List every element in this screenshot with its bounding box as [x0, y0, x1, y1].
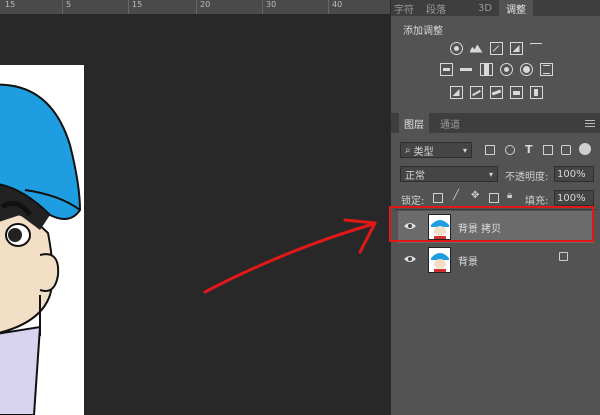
ruler-tick: 15 [5, 0, 16, 9]
layer-name: 背景 [458, 257, 478, 268]
cartoon-thumbnail-image [431, 253, 449, 272]
lock-label: 锁定: [401, 196, 425, 207]
smart-object-filter-icon[interactable] [561, 145, 571, 155]
black-white-icon[interactable] [479, 63, 493, 76]
shape-filter-icon[interactable] [543, 145, 553, 155]
chevron-down-icon: ▾ [488, 169, 493, 179]
threshold-icon[interactable] [489, 86, 503, 99]
document-canvas[interactable] [0, 65, 84, 415]
ruler-tick-line [62, 0, 63, 14]
filter-kind-label: 类型 [413, 146, 434, 158]
fill-value: 100% [557, 192, 586, 204]
channel-mixer-icon[interactable] [519, 63, 533, 76]
blend-mode-value: 正常 [405, 170, 425, 182]
adjustments-row-2 [391, 63, 600, 76]
fill-input[interactable]: 100% [554, 190, 594, 206]
panel-menu-icon[interactable] [585, 118, 595, 129]
opacity-value: 100% [557, 168, 586, 180]
lock-all-icon[interactable]: 🔒︎ [507, 190, 512, 201]
adjustments-row-1 [391, 42, 600, 55]
layer-row-background[interactable]: 背景 [398, 244, 594, 276]
brightness-icon[interactable] [449, 42, 463, 55]
exposure-icon[interactable] [509, 42, 523, 55]
top-tab-bar: 字符 段落 3D 调整 [391, 0, 600, 16]
filter-toggle-icon[interactable] [579, 143, 591, 155]
invert-icon[interactable] [449, 86, 463, 99]
color-lookup-icon[interactable] [539, 63, 553, 76]
ruler-tick-line [262, 0, 263, 14]
ruler-tick: 20 [200, 0, 211, 9]
lock-position-icon[interactable]: ✥ [471, 190, 479, 201]
pixel-filter-icon[interactable] [485, 145, 495, 155]
annotation-highlight-box [389, 206, 594, 242]
lock-artboard-icon[interactable] [489, 193, 499, 203]
lock-transparent-icon[interactable] [433, 193, 443, 203]
adjustments-title: 添加调整 [403, 26, 443, 37]
hue-saturation-icon[interactable] [439, 63, 453, 76]
lock-pixels-icon[interactable]: ╱ [453, 190, 459, 201]
ruler-tick: 5 [66, 0, 72, 9]
ruler-tick-line [328, 0, 329, 14]
lock-icon[interactable] [559, 252, 568, 261]
eye-icon[interactable] [404, 254, 416, 264]
posterize-icon[interactable] [469, 86, 483, 99]
right-panel: 字符 段落 3D 调整 添加调整 图层 通道 ⌕ 类型 ▾ T 正常 ▾ 不透明… [389, 0, 600, 415]
selective-color-icon[interactable] [529, 86, 543, 99]
photo-filter-icon[interactable] [499, 63, 513, 76]
adjustments-row-3 [391, 86, 600, 99]
curves-icon[interactable] [489, 42, 503, 55]
tab-adjustments[interactable]: 调整 [499, 0, 533, 16]
gradient-map-icon[interactable] [509, 86, 523, 99]
tab-paragraph[interactable]: 段落 [421, 0, 451, 16]
ruler-tick-line [196, 0, 197, 14]
ruler-tick: 15 [132, 0, 143, 9]
tab-channels[interactable]: 通道 [435, 113, 465, 133]
search-icon: ⌕ [405, 144, 411, 156]
vibrance-icon[interactable] [529, 42, 543, 55]
blend-mode-select[interactable]: 正常 ▾ [400, 166, 498, 182]
horizontal-ruler: 15 5 15 20 30 40 [0, 0, 390, 15]
fill-label: 填充: [525, 196, 549, 207]
type-filter-icon[interactable]: T [525, 143, 533, 156]
adjustment-filter-icon[interactable] [505, 145, 515, 155]
ruler-tick: 40 [332, 0, 343, 9]
color-balance-icon[interactable] [460, 63, 473, 76]
layer-filter-select[interactable]: ⌕ 类型 ▾ [400, 142, 472, 158]
tab-layers[interactable]: 图层 [399, 113, 429, 133]
levels-icon[interactable] [469, 42, 483, 55]
layer-thumbnail [428, 247, 451, 273]
annotation-arrow [203, 218, 377, 294]
ruler-tick-line [128, 0, 129, 14]
chevron-down-icon: ▾ [462, 145, 467, 155]
ruler-tick: 30 [266, 0, 277, 9]
layers-tab-bar: 图层 通道 [391, 113, 600, 133]
tab-3d[interactable]: 3D [475, 0, 495, 16]
opacity-label: 不透明度: [505, 172, 549, 183]
cartoon-character-image [0, 83, 82, 415]
opacity-input[interactable]: 100% [554, 166, 594, 182]
tab-character[interactable]: 字符 [391, 0, 417, 16]
